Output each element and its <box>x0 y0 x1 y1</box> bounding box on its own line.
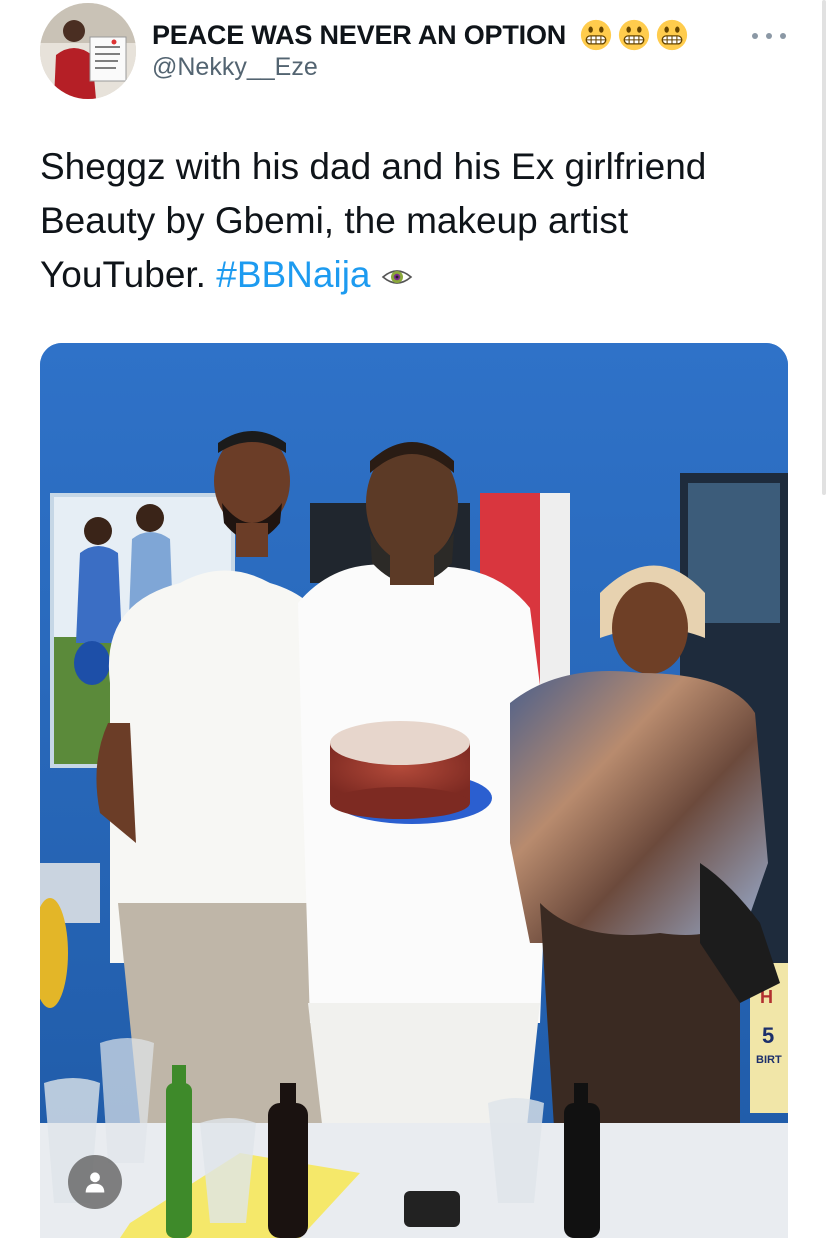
tweet-photo[interactable]: H 5 BIRT <box>40 343 788 1238</box>
svg-text:5: 5 <box>762 1023 774 1048</box>
more-dot <box>766 33 772 39</box>
more-dot <box>780 33 786 39</box>
author-avatar[interactable] <box>40 3 136 99</box>
person-icon <box>85 1172 105 1193</box>
scrollbar[interactable] <box>820 0 828 1238</box>
author-handle[interactable]: @Nekky__Eze <box>152 53 318 82</box>
grimacing-face-emoji <box>580 19 612 51</box>
author-display-name[interactable]: PEACE WAS NEVER AN OPTION <box>152 20 566 51</box>
svg-text:BIRT: BIRT <box>756 1054 782 1066</box>
tweet-text: Sheggz with his dad and his Ex girlfrien… <box>40 140 800 302</box>
tweet-card: PEACE WAS NEVER AN OPTION @Nekky__Eze Sh… <box>0 0 828 1238</box>
grimacing-face-emoji <box>656 19 688 51</box>
tagged-people-button[interactable] <box>68 1155 122 1209</box>
tweet-body: Sheggz with his dad and his Ex girlfrien… <box>40 146 707 295</box>
author-name-row: PEACE WAS NEVER AN OPTION <box>152 16 688 54</box>
name-emojis <box>574 19 688 51</box>
eye-emoji <box>381 270 412 284</box>
scrollbar-thumb[interactable] <box>822 0 826 495</box>
profile-avatar-image <box>40 3 136 99</box>
party-photo: H 5 BIRT <box>40 343 788 1238</box>
more-options-icon[interactable] <box>752 26 786 46</box>
grimacing-face-emoji <box>618 19 650 51</box>
hashtag-link[interactable]: #BBNaija <box>216 254 370 295</box>
more-dot <box>752 33 758 39</box>
